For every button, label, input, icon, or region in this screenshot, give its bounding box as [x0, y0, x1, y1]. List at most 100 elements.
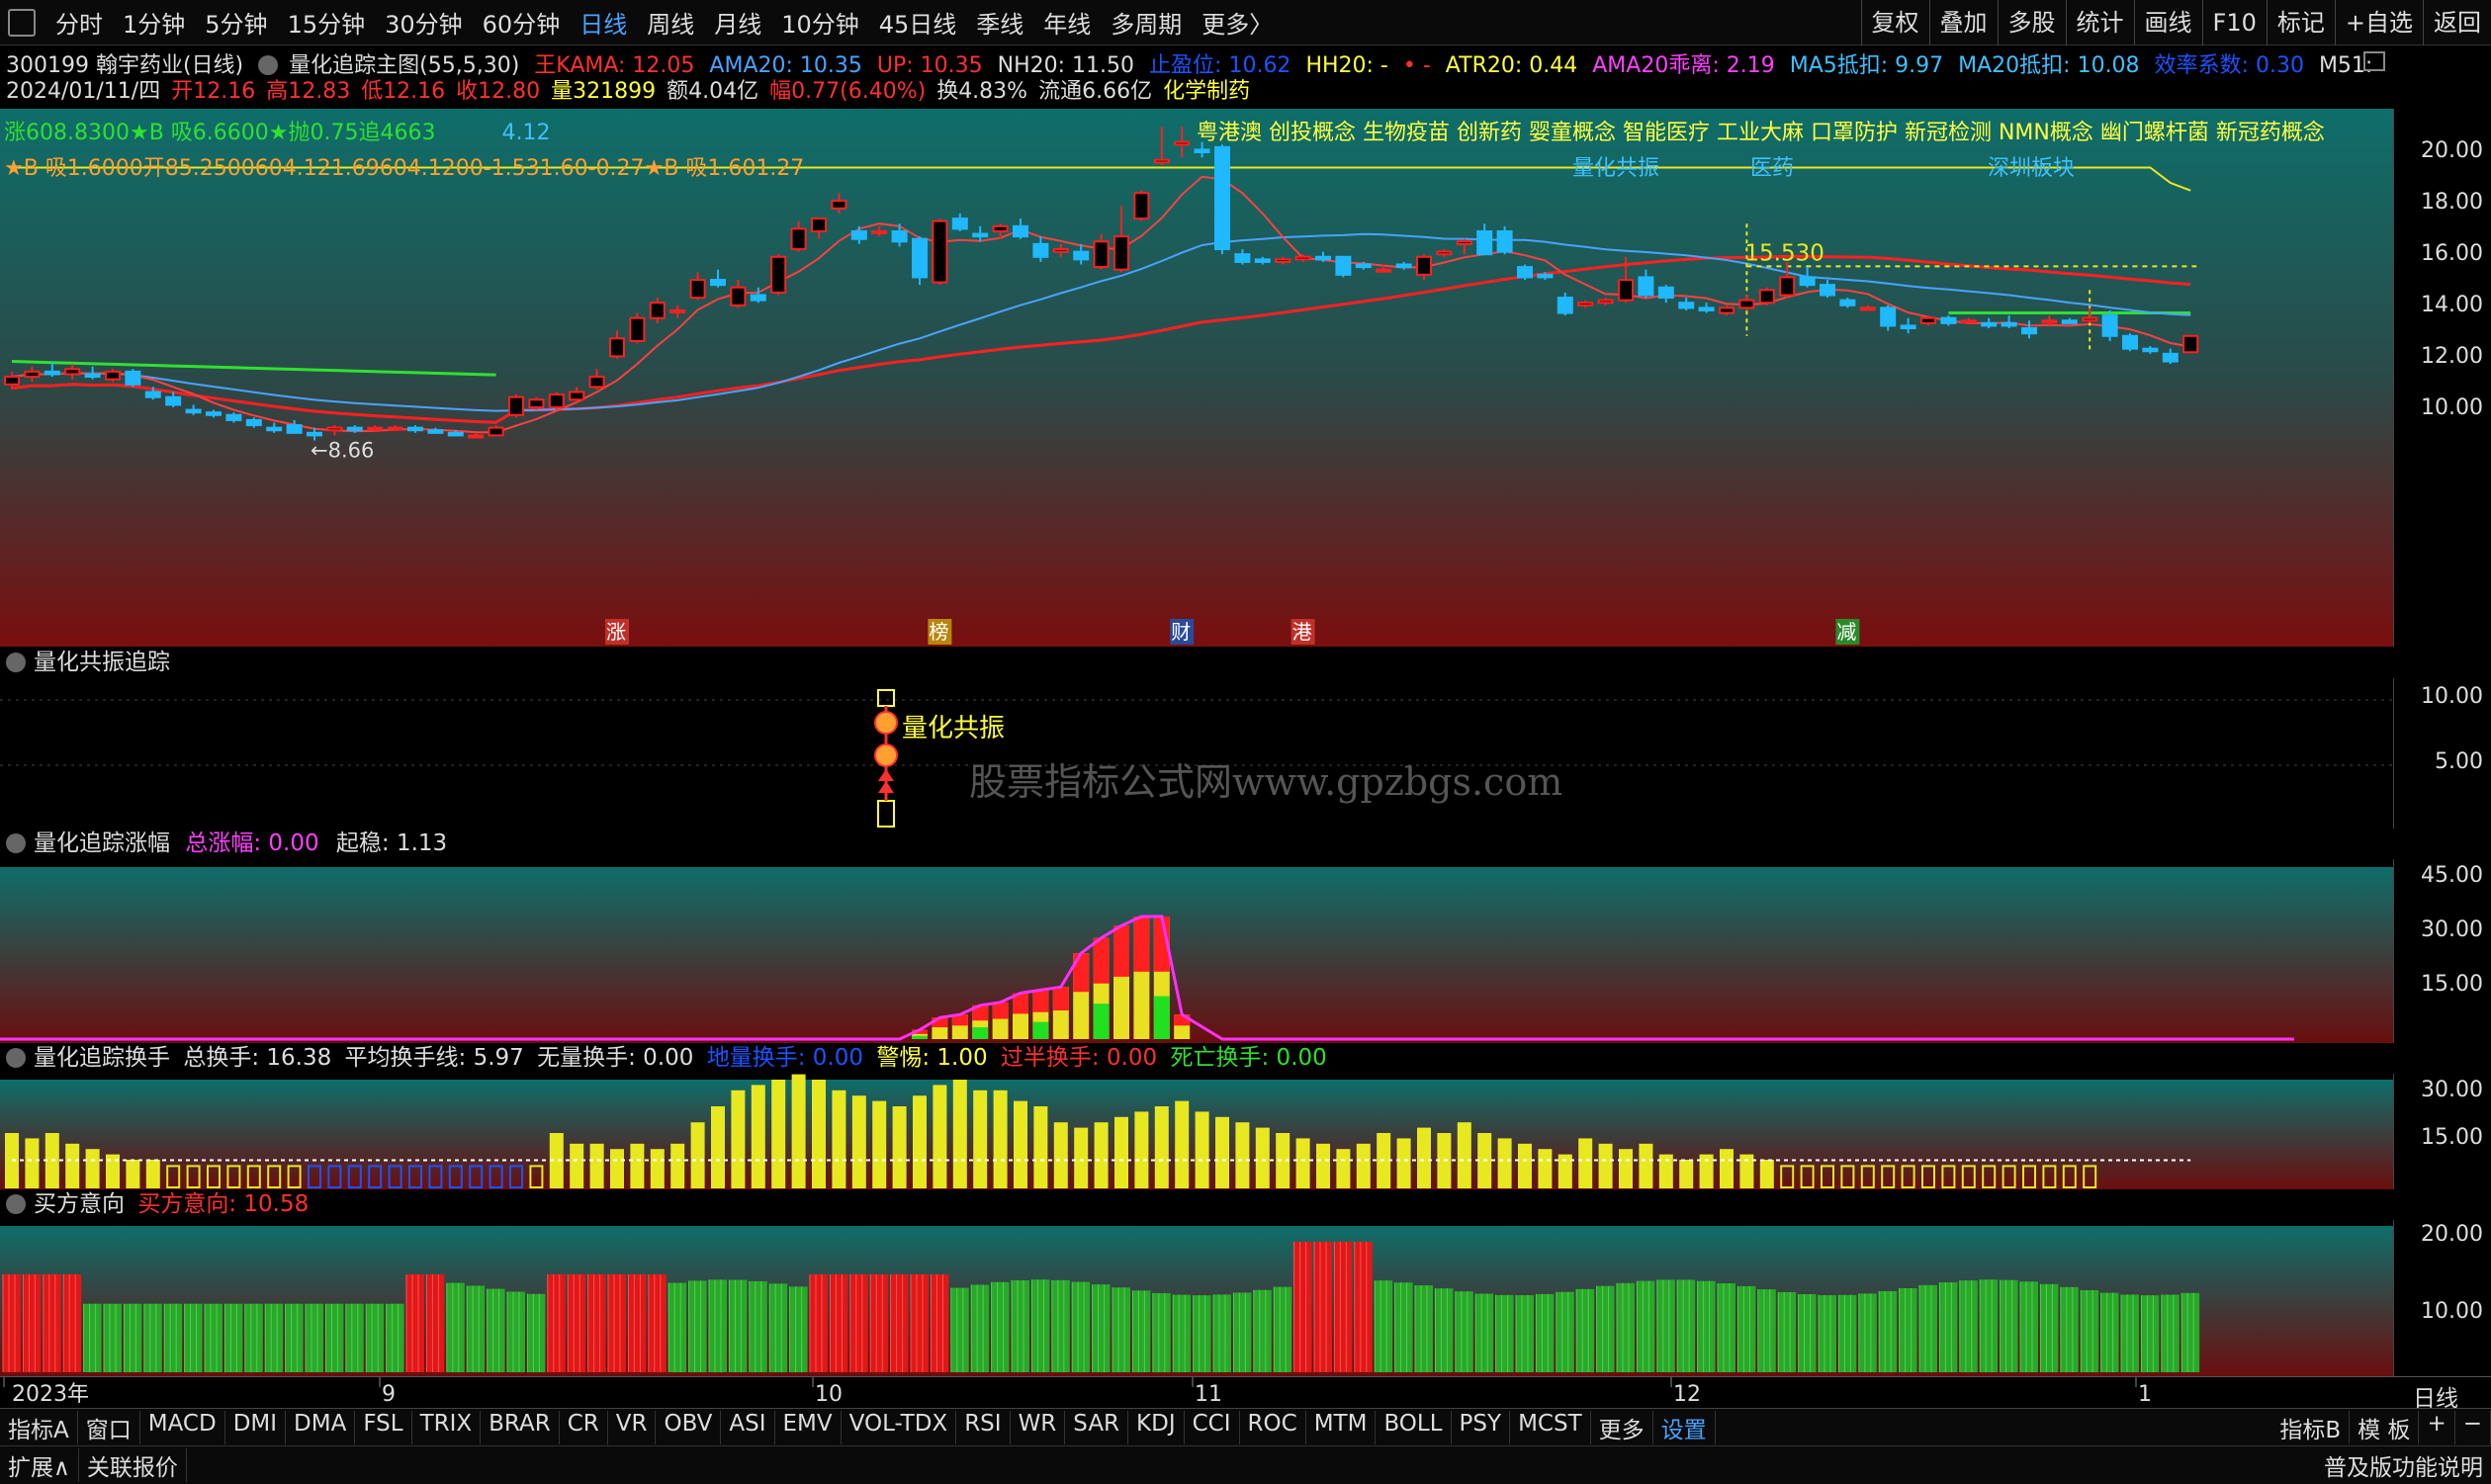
collapse-icon[interactable] — [258, 55, 279, 75]
toolbar-button-7[interactable]: +自选 — [2334, 0, 2423, 45]
candle-body — [1376, 268, 1392, 273]
indicator-tab-1[interactable]: 窗口 — [78, 1410, 140, 1444]
window-toggle-icon[interactable] — [8, 8, 36, 37]
toolbar-button-5[interactable]: F10 — [2201, 0, 2267, 45]
indicator-tab-right-3[interactable]: − — [2455, 1410, 2491, 1444]
period-0[interactable]: 分时 — [45, 5, 113, 40]
indicator-tab-22[interactable]: PSY — [1452, 1410, 1511, 1444]
time-tick-label: 9 — [382, 1382, 396, 1407]
period-8[interactable]: 月线 — [704, 5, 771, 40]
buyer-intent-value: 10.58 — [243, 1191, 310, 1217]
collapse-icon[interactable] — [6, 1194, 26, 1214]
period-10[interactable]: 45日线 — [869, 5, 967, 40]
indicator-tab-14[interactable]: RSI — [956, 1410, 1011, 1444]
indicator-tab-8[interactable]: CR — [560, 1410, 608, 1444]
candle-body — [1981, 321, 1998, 327]
indicator-tab-24[interactable]: 更多 — [1591, 1410, 1653, 1444]
resonance-axis: 10.00 5.00 — [2393, 678, 2491, 829]
candle-body — [2082, 316, 2098, 322]
indicator-tab-5[interactable]: FSL — [355, 1410, 412, 1444]
expand-button[interactable]: 扩展∧ — [0, 1448, 79, 1482]
period-7[interactable]: 周线 — [637, 5, 704, 40]
indicator-tab-right-1[interactable]: 模 板 — [2350, 1410, 2420, 1444]
period-4[interactable]: 30分钟 — [375, 5, 473, 40]
panel-menu-icon[interactable] — [2363, 51, 2385, 71]
indicator-tab-0[interactable]: 指标A — [0, 1410, 78, 1444]
buyer-intent-bar — [1274, 1286, 1292, 1372]
indicator-tab-12[interactable]: EMV — [775, 1410, 842, 1444]
indicator-tab-9[interactable]: VR — [608, 1410, 657, 1444]
candle-body — [811, 218, 827, 232]
collapse-icon[interactable] — [6, 833, 26, 853]
indicator-tab-23[interactable]: MCST — [1510, 1410, 1591, 1444]
buyer-intent-bar — [1152, 1292, 1171, 1372]
indicator-tab-18[interactable]: CCI — [1185, 1410, 1240, 1444]
concept-list: 粤港澳 创投概念 生物疫苗 创新药 婴童概念 智能医疗 工业大麻 口罩防护 新冠… — [1197, 121, 2325, 145]
buyer-intent-bar — [1858, 1293, 1877, 1372]
help-link[interactable]: 普及版功能说明 — [2324, 1448, 2483, 1482]
collapse-icon[interactable] — [6, 653, 26, 672]
indicator-tab-right-2[interactable]: + — [2419, 1410, 2455, 1444]
candle-body — [2001, 321, 2017, 327]
toolbar-button-6[interactable]: 标记 — [2266, 0, 2335, 45]
related-quote-button[interactable]: 关联报价 — [79, 1448, 187, 1482]
period-14[interactable]: 更多〉 — [1192, 5, 1283, 40]
indicator-tab-16[interactable]: SAR — [1065, 1410, 1129, 1444]
period-13[interactable]: 多周期 — [1101, 5, 1192, 40]
toolbar-button-0[interactable]: 复权 — [1860, 0, 1929, 45]
candle-body — [1113, 235, 1129, 271]
indicator-tab-20[interactable]: MTM — [1306, 1410, 1377, 1444]
half-turnover: 过半换手: 0.00 — [1000, 1045, 1158, 1071]
period-2[interactable]: 5分钟 — [195, 5, 277, 40]
period-12[interactable]: 年线 — [1033, 5, 1101, 40]
collapse-icon[interactable] — [6, 1048, 26, 1068]
period-11[interactable]: 季线 — [966, 5, 1033, 40]
toolbar-button-8[interactable]: 返回 — [2423, 0, 2491, 45]
candle-body — [1395, 263, 1412, 269]
rise-bar-red — [1093, 937, 1110, 984]
panel5-title[interactable]: 买方意向 — [34, 1191, 125, 1217]
period-3[interactable]: 15分钟 — [278, 5, 376, 40]
buyer-intent-panel[interactable] — [0, 1220, 2393, 1376]
indicator-tab-11[interactable]: ASI — [721, 1410, 775, 1444]
indicator-tab-right-0[interactable]: 指标B — [2271, 1410, 2351, 1444]
rise-panel[interactable] — [0, 859, 2393, 1043]
turnover-bar — [85, 1149, 100, 1188]
buyer-intent-bar — [789, 1286, 808, 1372]
watermark: 股票指标公式网www.gpzbgs.com — [969, 760, 1563, 804]
indicator-tab-15[interactable]: WR — [1011, 1410, 1066, 1444]
indicator-tab-7[interactable]: BRAR — [481, 1410, 560, 1444]
panel4-title[interactable]: 量化追踪换手 — [34, 1045, 170, 1071]
indicator-tab-13[interactable]: VOL-TDX — [842, 1410, 957, 1444]
toolbar-button-1[interactable]: 叠加 — [1928, 0, 1998, 45]
toolbar-button-2[interactable]: 多股 — [1997, 0, 2066, 45]
main-price-chart[interactable]: ←8.66 15.530 涨 榜 财 港 减 涨608.8300★B 吸6.6600★抛0.… — [0, 109, 2393, 647]
period-9[interactable]: 10分钟 — [771, 5, 869, 40]
candlestick-chart[interactable]: ←8.66 15.530 涨 榜 财 港 减 — [0, 109, 2393, 647]
indicator-tab-25[interactable]: 设置 — [1653, 1410, 1716, 1444]
bar-close: 收12.80 — [456, 79, 541, 104]
candle-body — [1234, 253, 1251, 263]
period-1[interactable]: 1分钟 — [113, 5, 195, 40]
period-6[interactable]: 日线 — [570, 5, 637, 40]
time-tick-label: 1 — [2138, 1382, 2152, 1407]
indicator-tab-3[interactable]: DMI — [225, 1410, 287, 1444]
indicator-tab-21[interactable]: BOLL — [1376, 1410, 1452, 1444]
buyer-intent-bar — [1899, 1287, 1917, 1372]
indicator-tab-17[interactable]: KDJ — [1128, 1410, 1185, 1444]
buyer-intent-bar — [1536, 1293, 1555, 1372]
bar-low: 低12.16 — [361, 79, 446, 104]
buyer-intent-bar — [1516, 1295, 1534, 1372]
panel3-title[interactable]: 量化追踪涨幅 — [34, 830, 170, 856]
period-5[interactable]: 60分钟 — [473, 5, 571, 40]
indicator-tab-6[interactable]: TRIX — [412, 1410, 482, 1444]
indicator-tab-4[interactable]: DMA — [286, 1410, 356, 1444]
turnover-panel[interactable] — [0, 1074, 2393, 1189]
indicator-tab-19[interactable]: ROC — [1240, 1410, 1306, 1444]
indicator-tab-10[interactable]: OBV — [656, 1410, 722, 1444]
toolbar-button-3[interactable]: 统计 — [2065, 0, 2134, 45]
toolbar-button-4[interactable]: 画线 — [2133, 0, 2202, 45]
panel2-title[interactable]: 量化共振追踪 — [34, 650, 170, 675]
indicator-tab-2[interactable]: MACD — [140, 1410, 225, 1444]
low-volume-turnover: 地量换手: 0.00 — [706, 1045, 863, 1071]
